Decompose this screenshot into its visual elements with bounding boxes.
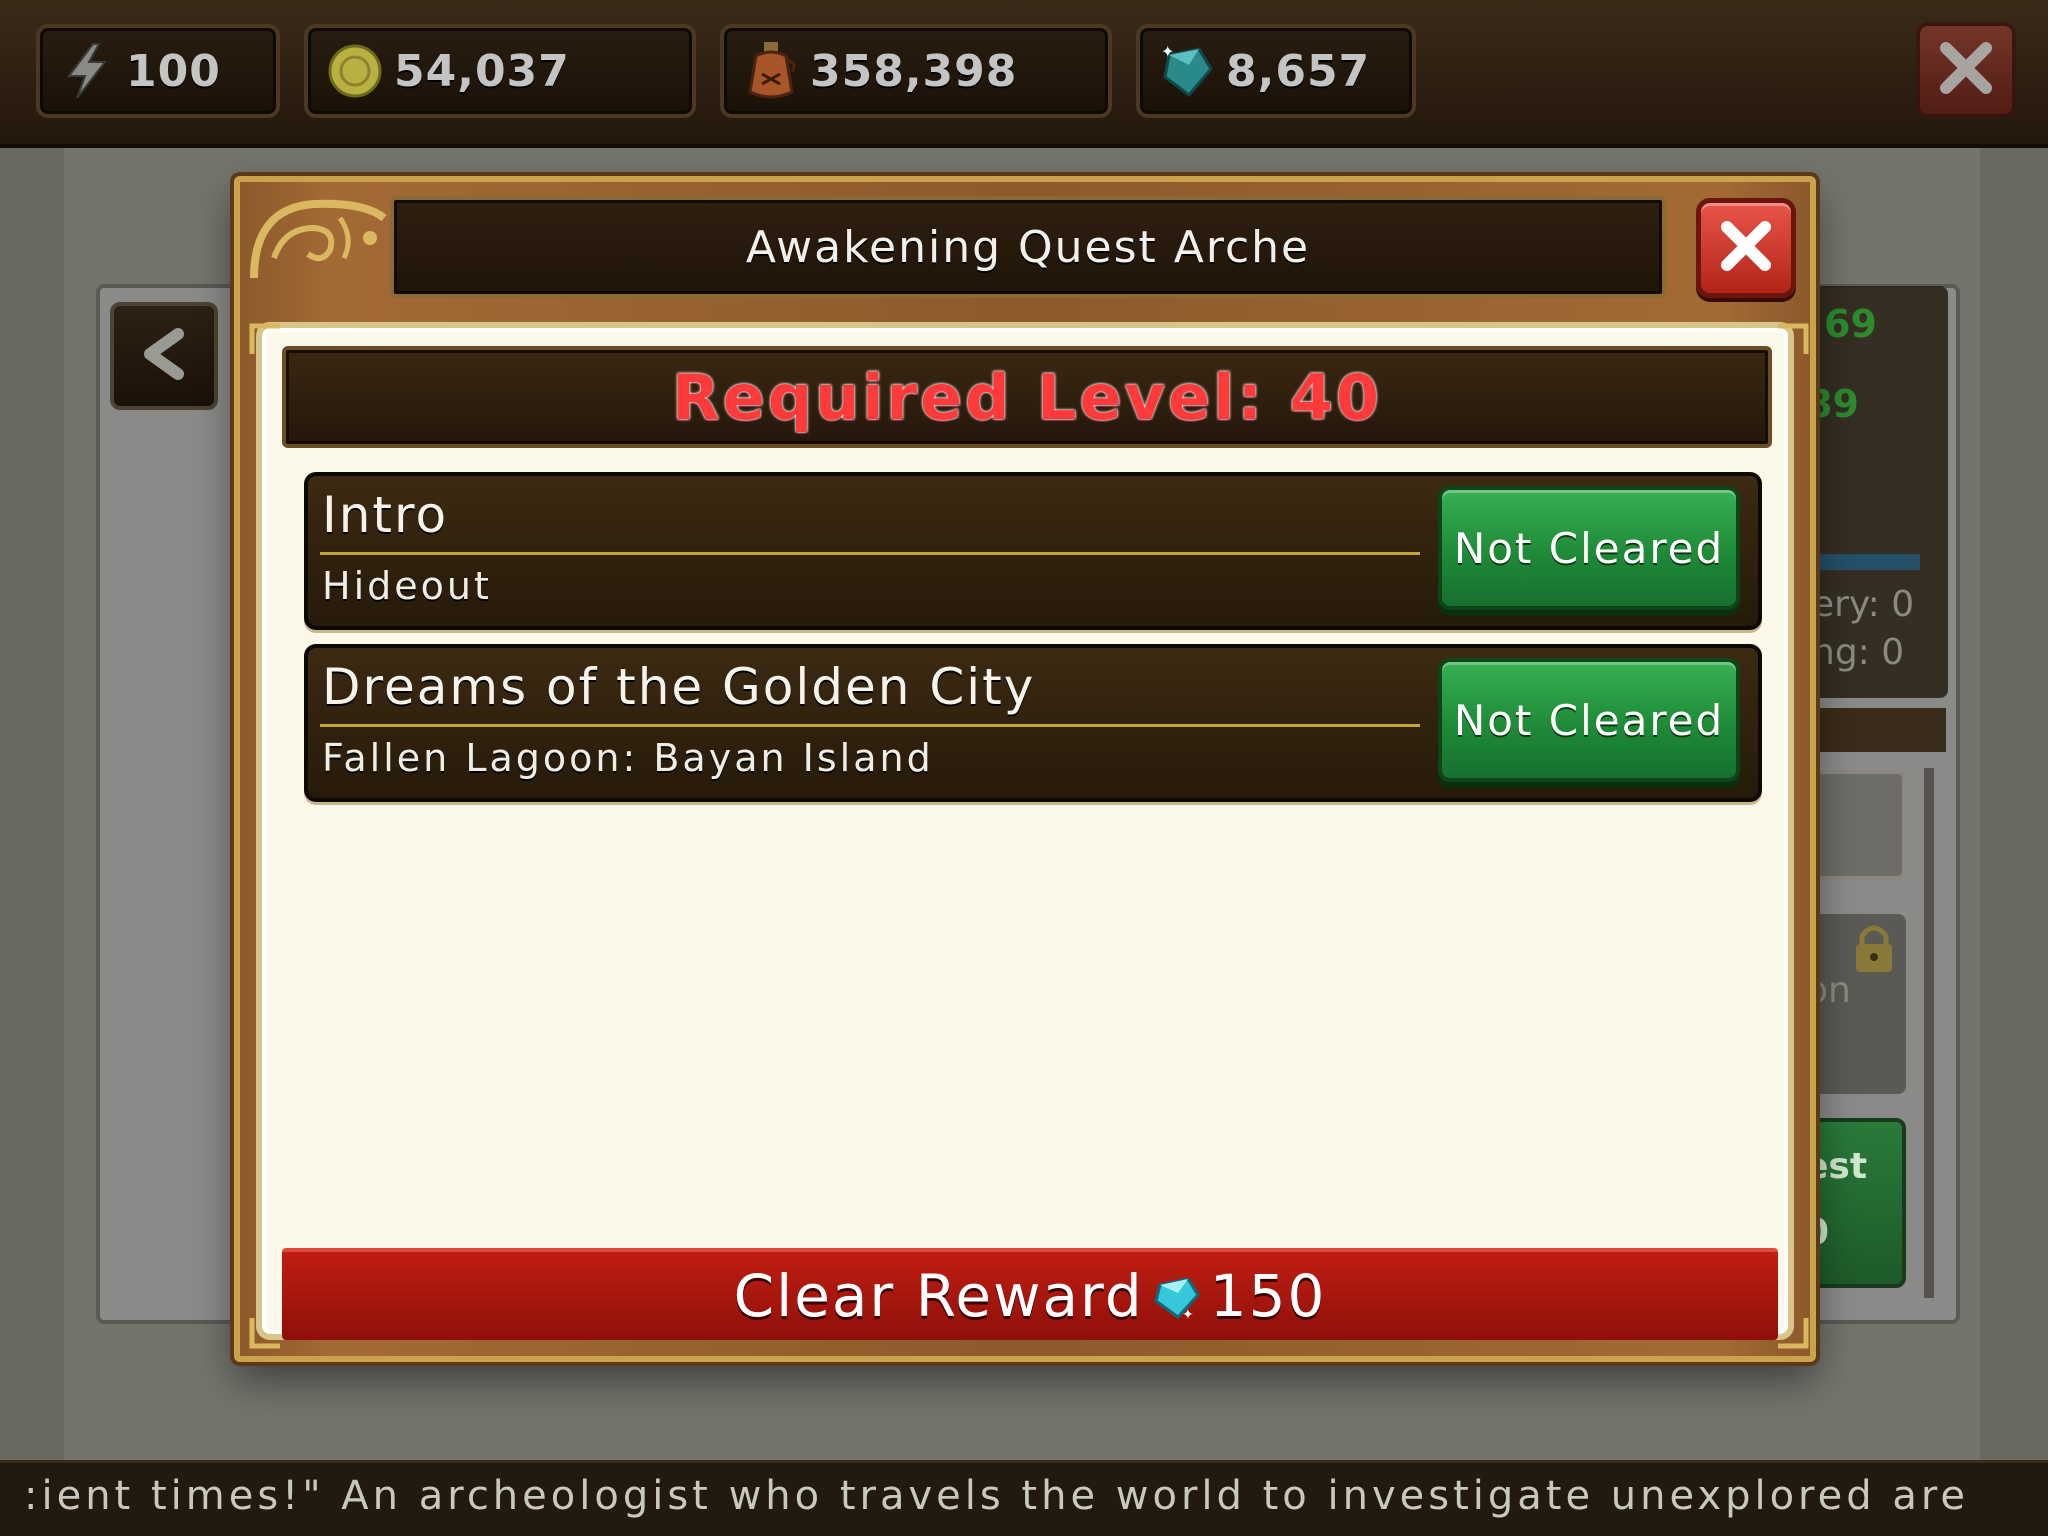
quest-status-button[interactable]: Not Cleared	[1438, 658, 1740, 782]
quest-title: Intro	[322, 486, 449, 544]
resource-bar: 100 54,037 358,398 ✦ 8,657	[0, 0, 2048, 148]
gold-value: 54,037	[394, 45, 570, 97]
background-progress-bar	[1800, 554, 1920, 570]
gem-value: 8,657	[1226, 45, 1371, 97]
background-slot	[1806, 770, 1906, 880]
background-scrollbar	[1924, 768, 1934, 1298]
stamina-counter: 100	[36, 24, 280, 118]
close-icon	[1715, 215, 1777, 281]
quest-title: Dreams of the Golden City	[322, 658, 1036, 716]
awakening-quest-modal: Awakening Quest Arche Required Level: 40…	[234, 176, 1816, 1362]
modal-title: Awakening Quest Arche	[745, 221, 1311, 273]
lightning-icon	[58, 42, 116, 100]
lock-icon	[1852, 922, 1896, 978]
ornament-decoration	[244, 188, 394, 302]
divider	[320, 724, 1420, 727]
background-stat: 69	[1824, 302, 1877, 346]
svg-text:✦: ✦	[1161, 43, 1174, 61]
potion-counter: 358,398	[720, 24, 1112, 118]
required-level-banner: Required Level: 40	[282, 346, 1772, 448]
gem-counter: ✦ 8,657	[1136, 24, 1416, 118]
gold-counter: 54,037	[304, 24, 696, 118]
corner-ornament	[1774, 322, 1810, 358]
svg-text:✦: ✦	[1182, 1307, 1194, 1321]
divider	[320, 552, 1420, 555]
gold-coin-icon	[326, 42, 384, 100]
reward-label: Clear Reward	[733, 1262, 1144, 1330]
modal-header: Awakening Quest Arche	[390, 196, 1666, 298]
ticker-text: :ient times!" An archeologist who travel…	[24, 1473, 1970, 1519]
scrolling-ticker: :ient times!" An archeologist who travel…	[0, 1460, 2048, 1536]
potion-bottle-icon	[742, 42, 800, 100]
background-label: ery: 0	[1812, 584, 1915, 625]
quest-location: Hideout	[322, 564, 492, 608]
gem-icon: ✦	[1152, 1271, 1202, 1321]
corner-ornament	[248, 1314, 284, 1350]
modal-body: Required Level: 40 Intro Hideout Not Cle…	[256, 322, 1794, 1340]
required-level-text: Required Level: 40	[671, 360, 1383, 434]
quest-row: Dreams of the Golden City Fallen Lagoon:…	[304, 644, 1762, 802]
corner-ornament	[248, 322, 284, 358]
close-icon	[1936, 38, 1996, 102]
corner-ornament	[1774, 1314, 1810, 1350]
clear-reward-bar: Clear Reward ✦ 150	[282, 1248, 1778, 1340]
quest-status-button[interactable]: Not Cleared	[1438, 486, 1740, 610]
modal-close-button[interactable]	[1696, 198, 1796, 298]
reward-amount: 150	[1209, 1262, 1327, 1330]
close-button[interactable]	[1916, 22, 2016, 118]
stamina-value: 100	[126, 45, 221, 97]
potion-value: 358,398	[810, 45, 1018, 97]
quest-row: Intro Hideout Not Cleared	[304, 472, 1762, 630]
gem-icon: ✦	[1158, 42, 1216, 100]
quest-location: Fallen Lagoon: Bayan Island	[322, 736, 934, 780]
back-button[interactable]	[110, 302, 218, 410]
background-label: ng: 0	[1812, 632, 1905, 673]
chevron-left-icon	[134, 324, 194, 388]
